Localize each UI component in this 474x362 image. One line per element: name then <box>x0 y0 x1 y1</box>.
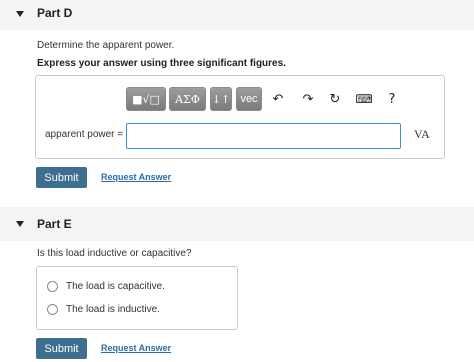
subscript-superscript-button[interactable]: ↓↑ <box>210 87 232 111</box>
choice-option[interactable]: The load is inductive. <box>47 301 160 317</box>
help-icon[interactable]: ? <box>384 91 400 107</box>
answer-label: apparent power = <box>45 129 124 140</box>
templates-button[interactable]: ■√□ <box>126 87 166 111</box>
choice-container <box>36 266 238 330</box>
choice-label: The load is capacitive. <box>66 280 165 292</box>
collapse-caret-icon[interactable] <box>16 11 24 17</box>
part-e-header[interactable]: Part E <box>0 207 474 241</box>
part-d-question: Determine the apparent power. <box>37 40 175 51</box>
choice-option[interactable]: The load is capacitive. <box>47 278 165 294</box>
part-e-request-answer-link[interactable]: Request Answer <box>101 343 171 353</box>
part-d-header[interactable]: Part D <box>0 0 474 30</box>
choice-label: The load is inductive. <box>66 303 160 315</box>
apparent-power-input[interactable] <box>126 123 401 149</box>
unit-label: VA <box>414 127 430 141</box>
math-toolbar: ■√□ ΑΣΦ ↓↑ vec ↶ ↷ ↻ ⌨ ? <box>126 87 408 113</box>
part-e-submit-button[interactable]: Submit <box>36 338 87 359</box>
radio-button[interactable] <box>47 303 58 315</box>
keyboard-icon[interactable]: ⌨ <box>355 91 372 107</box>
reset-icon[interactable]: ↻ <box>327 91 343 107</box>
part-d-title: Part D <box>37 6 73 20</box>
part-e-title: Part E <box>37 217 72 231</box>
radio-button[interactable] <box>47 280 58 292</box>
redo-icon[interactable]: ↷ <box>300 91 316 107</box>
vector-button[interactable]: vec <box>236 87 262 111</box>
greek-symbols-button[interactable]: ΑΣΦ <box>169 87 206 111</box>
collapse-caret-icon[interactable] <box>16 221 24 227</box>
part-d-submit-button[interactable]: Submit <box>36 167 87 188</box>
part-d-instruction: Express your answer using three signific… <box>37 58 286 69</box>
undo-icon[interactable]: ↶ <box>270 91 286 107</box>
part-d-request-answer-link[interactable]: Request Answer <box>101 172 171 182</box>
part-e-question: Is this load inductive or capacitive? <box>37 248 192 259</box>
